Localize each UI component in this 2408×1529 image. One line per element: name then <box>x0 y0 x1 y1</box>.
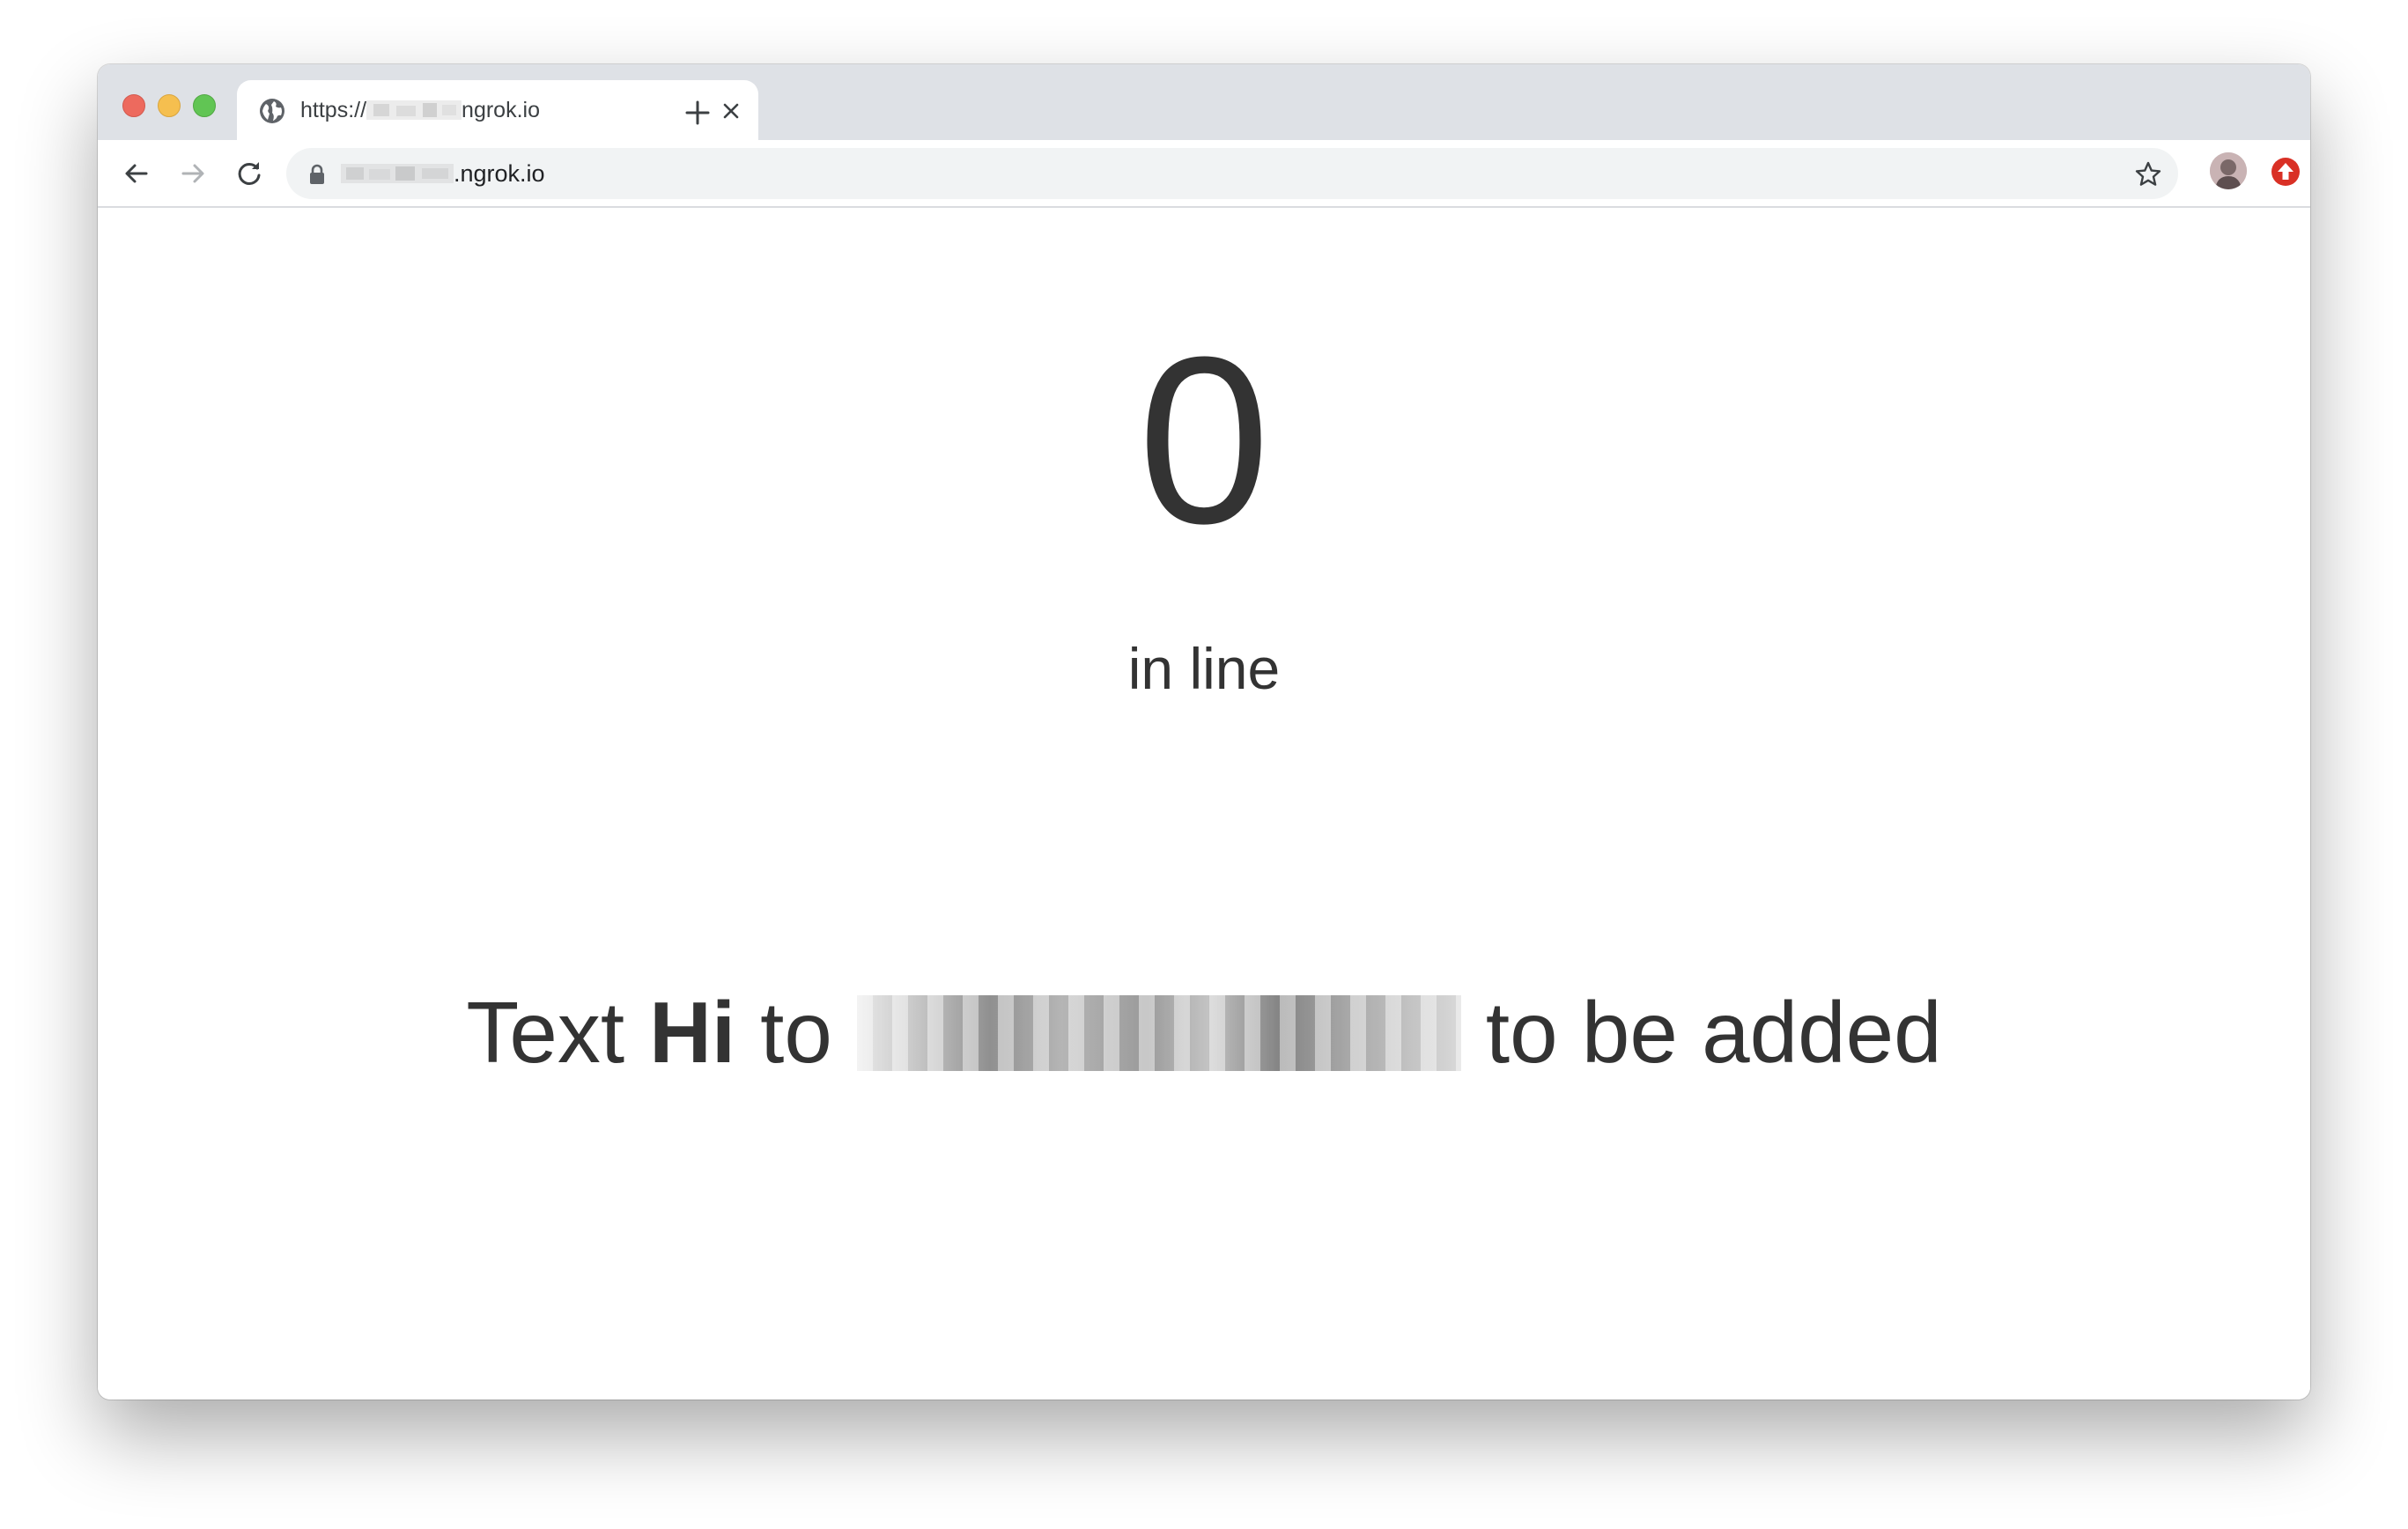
address-bar[interactable]: .ngrok.io <box>286 148 2178 199</box>
browser-toolbar: .ngrok.io <box>98 140 2310 208</box>
avatar-image <box>2210 152 2247 189</box>
new-tab-icon[interactable] <box>683 98 713 128</box>
profile-avatar[interactable] <box>2210 152 2247 189</box>
minimize-window-button[interactable] <box>158 94 181 117</box>
instruction-suffix: to be added <box>1485 984 1942 1081</box>
queue-label: in line <box>1127 636 1281 701</box>
bookmark-star-icon[interactable] <box>2134 160 2162 188</box>
zoom-window-button[interactable] <box>193 94 216 117</box>
instruction-keyword: Hi <box>649 984 736 1081</box>
browser-window: https:// ngrok.io .ngrok.io 0 in line Te… <box>98 64 2310 1400</box>
redacted-phone-number <box>856 994 1461 1071</box>
tab-title: https:// ngrok.io <box>300 95 540 125</box>
active-tab[interactable]: https:// ngrok.io <box>237 80 758 140</box>
close-window-button[interactable] <box>122 94 145 117</box>
redacted-subdomain <box>341 164 454 183</box>
queue-count: 0 <box>1137 308 1271 573</box>
page-content: 0 in line Text Hi to to be added <box>98 208 2310 1400</box>
instruction-text: Text Hi to to be added <box>98 983 2310 1082</box>
tab-strip: https:// ngrok.io <box>98 64 2310 140</box>
forward-arrow-icon[interactable] <box>177 158 209 189</box>
address-url[interactable]: .ngrok.io <box>341 148 545 199</box>
tab-title-suffix: ngrok.io <box>462 97 540 122</box>
back-arrow-icon[interactable] <box>121 158 152 189</box>
close-tab-icon[interactable] <box>720 100 742 122</box>
redacted-hostname <box>366 100 462 120</box>
reload-icon[interactable] <box>233 158 265 189</box>
address-url-suffix: .ngrok.io <box>454 159 545 187</box>
instruction-to: to <box>760 984 832 1081</box>
globe-icon <box>260 99 284 123</box>
upload-arrow-icon[interactable] <box>2270 156 2301 188</box>
tab-title-prefix: https:// <box>300 97 367 122</box>
instruction-prefix: Text <box>466 984 625 1081</box>
lock-icon <box>310 164 324 184</box>
